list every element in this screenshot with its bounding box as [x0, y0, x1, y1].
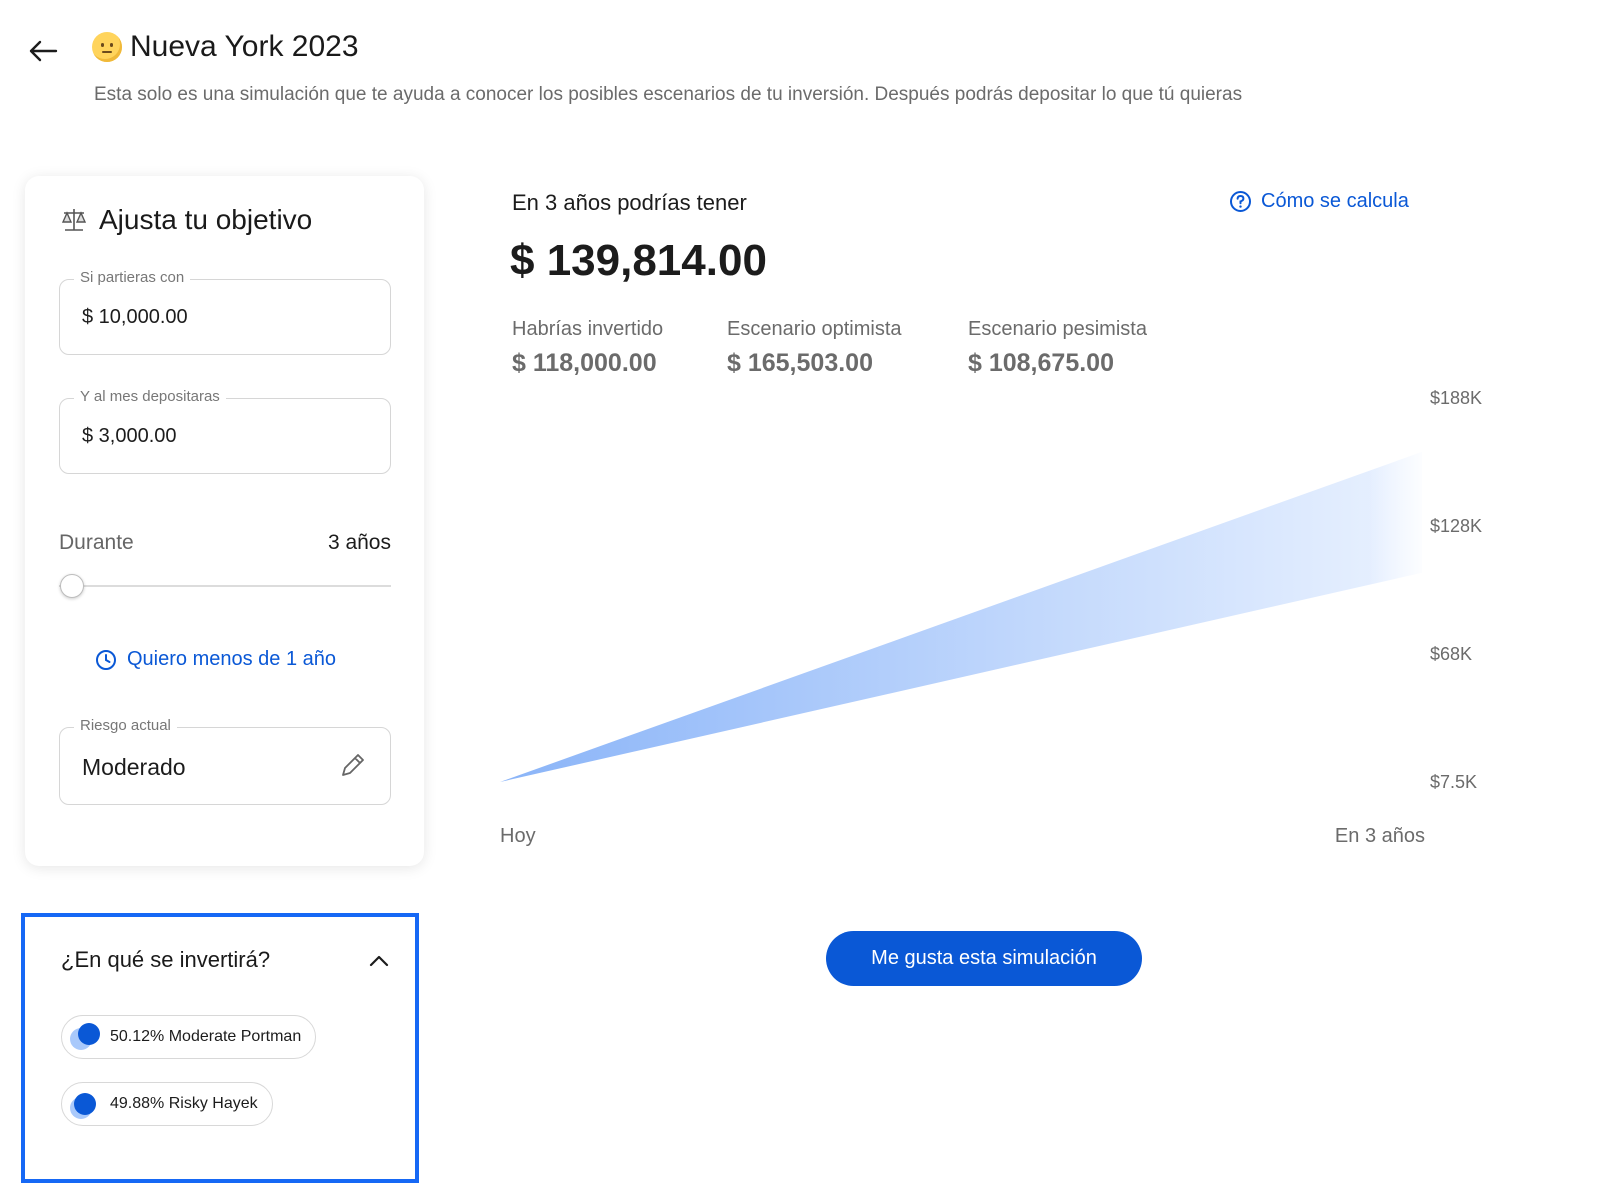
page-subtitle: Esta solo es una simulación que te ayuda…: [94, 84, 1243, 105]
portfolio-dot-icon: [70, 1089, 100, 1119]
stat-invested: Habrías invertido $ 118,000.00: [512, 318, 663, 378]
portfolio-chip-label: 50.12% Moderate Portman: [110, 1028, 302, 1045]
stat-label: Habrías invertido: [512, 318, 664, 340]
confused-face-icon: [92, 32, 122, 62]
portfolio-chip-moderate[interactable]: 50.12% Moderate Portman: [61, 1015, 317, 1059]
y-tick-label: $128K: [1430, 516, 1482, 536]
initial-amount-label: Si partieras con: [74, 269, 191, 286]
scenario-range-area: [500, 451, 1422, 782]
clock-icon: [96, 649, 116, 670]
like-simulation-button[interactable]: Me gusta esta simulación: [826, 931, 1142, 986]
duration-slider-thumb[interactable]: [60, 574, 84, 598]
stat-label: Escenario optimista: [727, 318, 902, 340]
x-tick-label: En 3 años: [1335, 825, 1425, 847]
result-label: En 3 años podrías tener: [512, 190, 747, 215]
duration-value: 3 años: [327, 531, 391, 554]
adjust-goal-card: Ajusta tu objetivo Si partieras con Y al…: [25, 176, 424, 866]
risk-value: Moderado: [82, 754, 186, 780]
stat-label: Escenario pesimista: [968, 318, 1147, 340]
balance-scale-icon: [61, 209, 87, 231]
monthly-deposit-label: Y al mes depositaras: [74, 388, 226, 405]
monthly-deposit-input[interactable]: [82, 425, 332, 448]
portfolio-chip-label: 49.88% Risky Hayek: [110, 1095, 258, 1112]
stat-value: $ 165,503.00: [727, 349, 873, 377]
investments-panel: ¿En qué se invertirá? 50.12% Moderate Po…: [21, 913, 419, 1183]
how-calculated-label: Cómo se calcula: [1261, 190, 1409, 212]
projection-chart: $188K $128K $68K $7.5K Hoy En 3 años: [500, 390, 1482, 847]
projected-amount: $ 139,814.00: [510, 236, 767, 285]
title-row: Nueva York 2023: [92, 30, 359, 64]
y-tick-label: $7.5K: [1430, 772, 1477, 792]
risk-label: Riesgo actual: [74, 717, 177, 734]
stat-optimistic: Escenario optimista $ 165,503.00: [727, 318, 902, 378]
y-tick-label: $188K: [1430, 390, 1482, 408]
pencil-icon[interactable]: [338, 750, 368, 780]
card-title: Ajusta tu objetivo: [59, 204, 312, 236]
page-header: Nueva York 2023 Esta solo es una simulac…: [0, 0, 1600, 130]
y-tick-label: $68K: [1430, 644, 1472, 664]
question-circle-icon: [1230, 191, 1251, 212]
fade-overlay: [1370, 450, 1430, 670]
back-arrow-icon[interactable]: [26, 34, 60, 68]
card-title-text: Ajusta tu objetivo: [99, 204, 313, 235]
chevron-up-icon[interactable]: [367, 949, 391, 973]
less-than-year-label: Quiero menos de 1 año: [127, 648, 337, 670]
page-title: Nueva York 2023: [130, 30, 359, 63]
stat-pessimistic: Escenario pesimista $ 108,675.00: [968, 318, 1147, 378]
initial-amount-input[interactable]: [82, 306, 332, 329]
duration-label: Durante: [59, 531, 134, 554]
portfolio-chip-risky[interactable]: 49.88% Risky Hayek: [61, 1082, 273, 1126]
duration-slider-track[interactable]: [59, 585, 391, 587]
initial-amount-field[interactable]: Si partieras con: [59, 269, 391, 355]
stat-value: $ 118,000.00: [512, 349, 657, 377]
risk-field[interactable]: Riesgo actual Moderado: [59, 717, 391, 805]
investments-title: ¿En qué se invertirá?: [61, 947, 271, 972]
portfolio-dot-icon: [70, 1022, 100, 1052]
monthly-deposit-field[interactable]: Y al mes depositaras: [59, 388, 391, 474]
how-calculated-link[interactable]: Cómo se calcula: [1229, 190, 1409, 213]
stat-value: $ 108,675.00: [968, 349, 1114, 377]
less-than-year-link[interactable]: Quiero menos de 1 año: [95, 648, 336, 671]
x-tick-label: Hoy: [500, 825, 536, 847]
